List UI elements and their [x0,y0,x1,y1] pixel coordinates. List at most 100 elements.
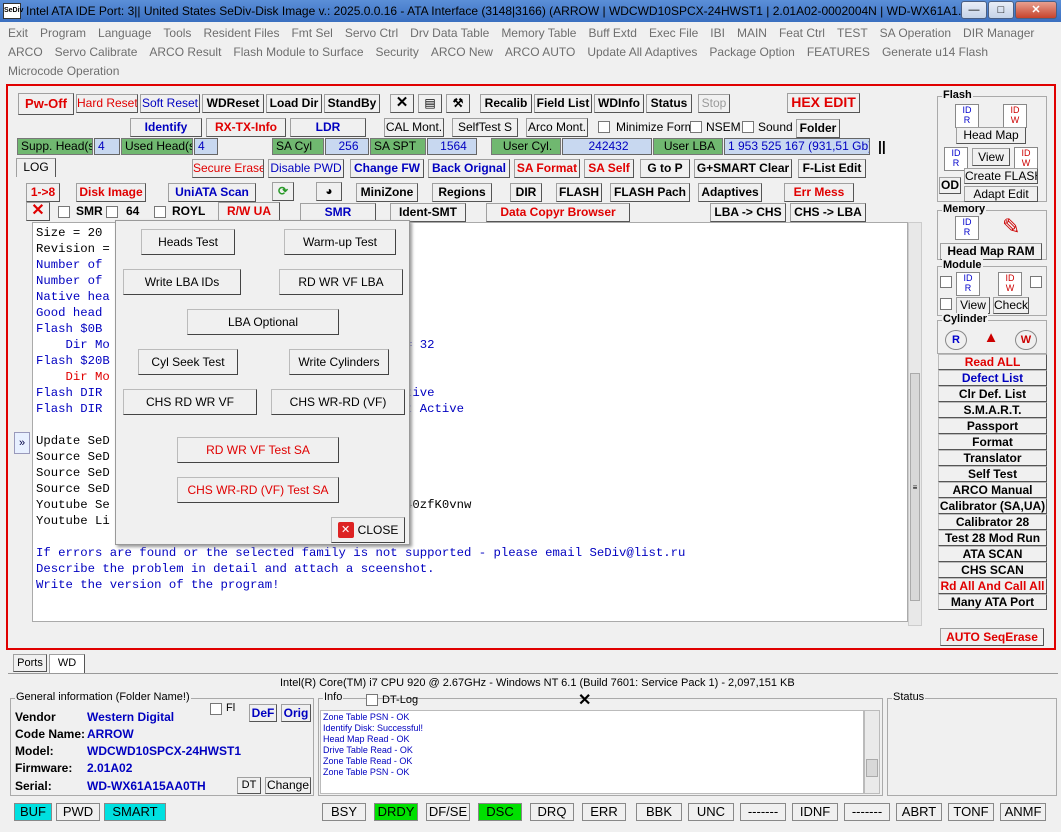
cal-mont-button[interactable]: CAL Mont. [384,118,444,137]
menu-item[interactable]: Package Option [709,43,794,62]
wdreset-button[interactable]: WDReset [202,94,264,113]
adaptives-button[interactable]: Adaptives [698,183,762,202]
adapt-edit-button[interactable]: Adapt Edit [964,186,1038,202]
cylinder-write-icon[interactable]: W [1015,330,1037,350]
menu-item[interactable]: Tools [163,24,191,43]
menu-item[interactable]: Generate u14 Flash [882,43,988,62]
view-button[interactable]: View [972,148,1010,166]
clear-info-icon[interactable]: ✕ [578,690,591,710]
64-checkbox[interactable] [106,206,118,218]
clear-icon[interactable]: ✕ [26,202,50,221]
load-dir-button[interactable]: Load Dir [266,94,322,113]
f-list-edit-button[interactable]: F-List Edit [798,159,866,178]
menu-item[interactable]: Servo Ctrl [345,24,398,43]
cyl-seek-test-button[interactable]: Cyl Seek Test [138,349,238,375]
stop-button[interactable]: Stop [698,94,730,113]
menu-item[interactable]: Program [40,24,86,43]
menu-item[interactable]: Buff Extd [588,24,636,43]
right-list-button[interactable]: Passport [938,418,1047,434]
folder-button[interactable]: Folder [796,119,840,138]
wdinfo-button[interactable]: WDInfo [594,94,644,113]
err-mess-button[interactable]: Err Mess [784,183,854,202]
menu-item[interactable]: Update All Adaptives [587,43,697,62]
disable-pwd-button[interactable]: Disable PWD [268,159,344,178]
menu-item[interactable]: FEATURES [807,43,870,62]
chs-wr-rd-vf-test-sa-button[interactable]: CHS WR-RD (VF) Test SA [177,477,339,503]
module-view-button[interactable]: View [956,297,990,314]
module-read-icon[interactable]: ID R [956,272,980,296]
pause-icon[interactable]: || [878,138,886,154]
range-1-8-button[interactable]: 1->8 [26,183,60,202]
standby-button[interactable]: StandBy [324,94,380,113]
maximize-button[interactable]: □ [988,1,1014,19]
menu-item[interactable]: Drv Data Table [410,24,489,43]
status-button[interactable]: Status [646,94,692,113]
read-flash-icon[interactable]: ID R [955,104,979,128]
auto-seq-erase-button[interactable]: AUTO SeqErase [940,628,1044,646]
info-scrollbar[interactable] [864,710,880,794]
rd-wr-vf-lba-button[interactable]: RD WR VF LBA [279,269,403,295]
log-tab[interactable]: LOG [16,158,56,177]
console-scrollbar[interactable]: ≡ [908,222,922,626]
right-list-button[interactable]: ATA SCAN [938,546,1047,562]
data-copyr-browser-button[interactable]: Data Copyr Browser [486,203,630,222]
change-button[interactable]: Change [265,777,311,794]
right-list-button[interactable]: Format [938,434,1047,450]
flash-button[interactable]: FLASH [556,183,602,202]
menu-item[interactable]: Security [376,43,419,62]
tools-icon[interactable]: ⚒ [446,94,470,113]
menu-item[interactable]: ARCO AUTO [505,43,575,62]
sa-self-button[interactable]: SA Self [584,159,634,178]
power-off-button[interactable]: Pw-Off [18,93,74,115]
sa-format-button[interactable]: SA Format [514,159,580,178]
nsem-checkbox[interactable] [690,121,702,133]
menu-item[interactable]: ARCO New [431,43,493,62]
minizone-button[interactable]: MiniZone [356,183,418,202]
disk-icon[interactable]: ◕ [316,182,342,201]
back-original-button[interactable]: Back Orignal [428,159,510,178]
info-log[interactable]: Zone Table PSN - OK Identify Disk: Succes… [320,710,864,794]
right-list-button[interactable]: Calibrator 28 [938,514,1047,530]
lba-to-chs-button[interactable]: LBA -> CHS [710,203,786,222]
save-icon[interactable]: ▤ [418,94,442,113]
right-list-button[interactable]: Defect List [938,370,1047,386]
uniata-scan-button[interactable]: UniATA Scan [168,183,256,202]
cylinder-bottle-icon[interactable]: ▲ [982,329,1000,351]
chs-wr-rd-vf-button[interactable]: CHS WR-RD (VF) [271,389,405,415]
expand-icon[interactable]: » [14,432,30,454]
right-list-button[interactable]: Rd All And Call All [938,578,1047,594]
module-read-checkbox[interactable] [940,276,952,288]
close-popup-button[interactable]: ✕ CLOSE [331,517,405,543]
field-list-button[interactable]: Field List [534,94,592,113]
recalib-button[interactable]: Recalib [480,94,532,113]
menu-item[interactable]: MAIN [737,24,767,43]
menu-item[interactable]: DIR Manager [963,24,1034,43]
close-window-button[interactable]: ✕ [1015,1,1057,19]
menu-item[interactable]: Microcode Operation [8,62,119,81]
write-cylinders-button[interactable]: Write Cylinders [289,349,389,375]
change-fw-button[interactable]: Change FW [350,159,424,178]
right-list-button[interactable]: Translator [938,450,1047,466]
menu-item[interactable]: Exit [8,24,28,43]
menu-item[interactable]: ARCO Result [149,43,221,62]
right-list-button[interactable]: S.M.A.R.T. [938,402,1047,418]
smr-checkbox[interactable] [58,206,70,218]
flash-pach-button[interactable]: FLASH Pach [610,183,690,202]
chs-rd-wr-vf-button[interactable]: CHS RD WR VF [123,389,257,415]
menu-item[interactable]: Flash Module to Surface [233,43,363,62]
hard-reset-button[interactable]: Hard Reset [76,94,138,113]
g-smart-clear-button[interactable]: G+SMART Clear [694,159,792,178]
rd-wr-vf-test-sa-button[interactable]: RD WR VF Test SA [177,437,339,463]
right-list-button[interactable]: Clr Def. List [938,386,1047,402]
menu-item[interactable]: Memory Table [501,24,576,43]
read-memory-icon[interactable]: ID R [955,216,979,240]
guitar-icon[interactable]: ✎ [1002,214,1032,242]
dt-log-checkbox[interactable] [366,694,378,706]
head-map-ram-button[interactable]: Head Map RAM [940,243,1042,260]
right-list-button[interactable]: Many ATA Port [938,594,1047,610]
module-write-icon[interactable]: ID W [998,272,1022,296]
menu-item[interactable]: Resident Files [203,24,279,43]
menu-item[interactable]: IBI [710,24,725,43]
write-lba-ids-button[interactable]: Write LBA IDs [123,269,241,295]
chs-to-lba-button[interactable]: CHS -> LBA [790,203,866,222]
